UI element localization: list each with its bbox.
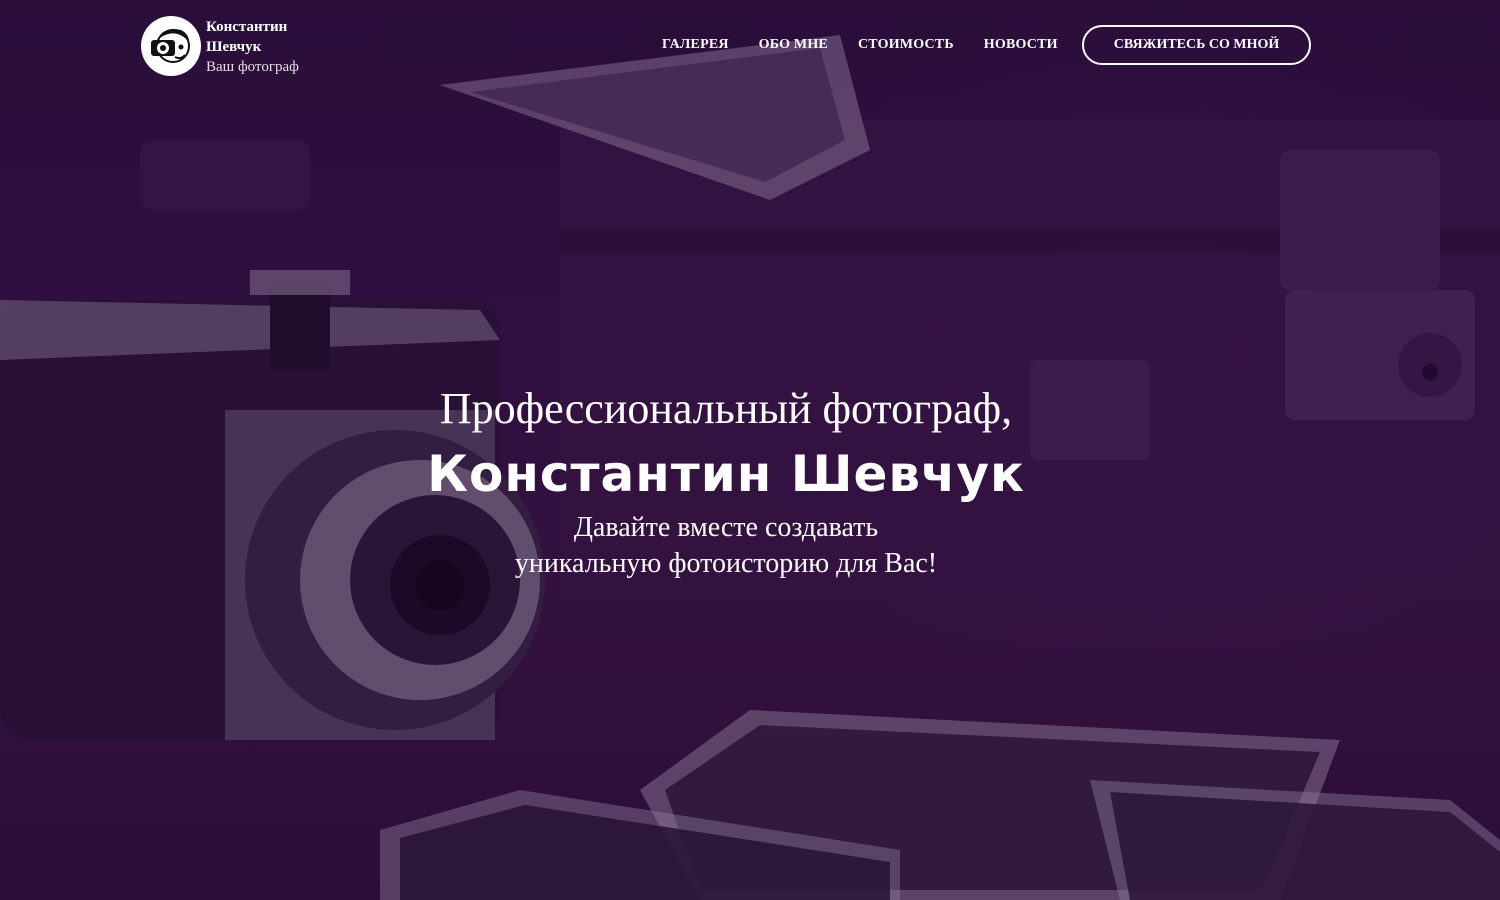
brand-name: Константин Шевчук [206, 19, 288, 55]
hero-title: Профессиональный фотограф, [439, 384, 1013, 433]
hero-subtitle-line-2: уникальную фотоисторию для Вас! [514, 548, 938, 579]
nav-link-about[interactable]: ОБО МНЕ [759, 37, 828, 53]
contact-me-button[interactable]: СВЯЖИТЕСЬ СО МНОЙ [1082, 25, 1311, 65]
brand-tagline: Ваш фотограф [206, 59, 299, 75]
logo-text: Константин Шевчук Ваш фотограф [206, 17, 306, 77]
hero-subtitle-line-1: Давайте вместе создавать [573, 512, 879, 543]
site-logo[interactable]: Константин Шевчук Ваш фотограф [141, 16, 306, 77]
nav-link-news[interactable]: НОВОСТИ [984, 37, 1058, 53]
main-nav: ГАЛЕРЕЯ ОБО МНЕ СТОИМОСТЬ НОВОСТИ [662, 37, 1088, 53]
nav-link-gallery[interactable]: ГАЛЕРЕЯ [662, 37, 729, 53]
photographer-avatar-icon [141, 16, 201, 76]
hero-name: Константин Шевчук [427, 445, 1025, 503]
site-header: Константин Шевчук Ваш фотограф ГАЛЕРЕЯ О… [0, 0, 1500, 90]
hero-section: Профессиональный фотограф, Константин Ше… [0, 380, 1452, 582]
nav-link-pricing[interactable]: СТОИМОСТЬ [858, 37, 954, 53]
